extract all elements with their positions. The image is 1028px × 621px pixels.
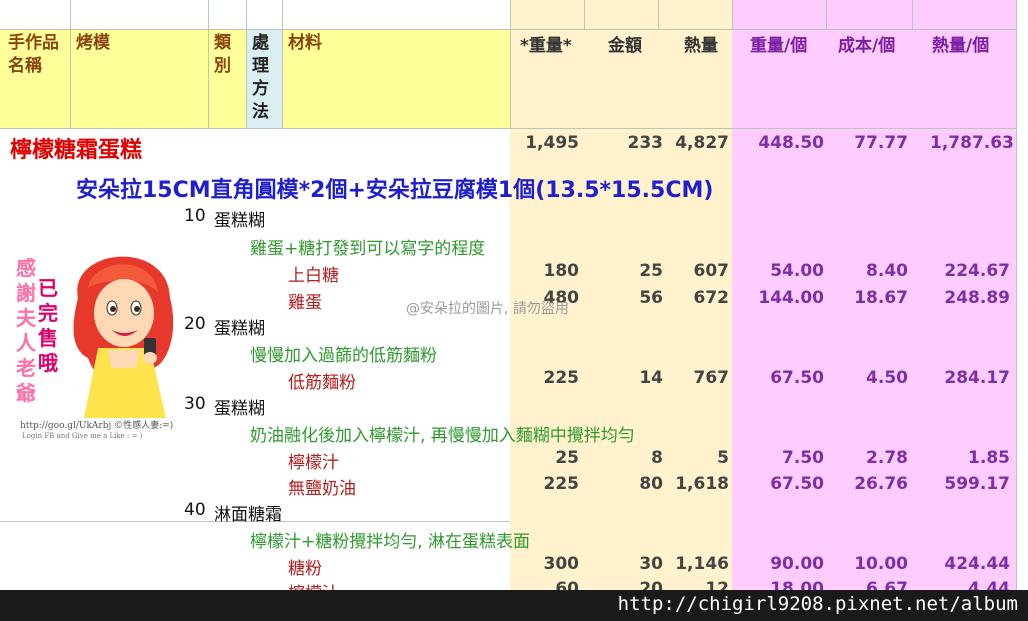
ingredient-weight: 300: [543, 554, 580, 574]
instruction-text: 雞蛋+糖打發到可以寫字的程度: [250, 239, 486, 259]
ingredient-cost-each: 10.00: [854, 554, 908, 574]
grid-line: [732, 0, 733, 29]
album-url: http://chigirl9208.pixnet.net/album: [617, 593, 1018, 615]
ingredient-name: 無鹽奶油: [288, 479, 356, 499]
ingredient-name: 糖粉: [288, 559, 322, 579]
grid-line: [912, 0, 913, 29]
header-calorie-each: 熱量/個: [932, 36, 990, 56]
ingredient-cost-each: 26.76: [854, 474, 908, 494]
ingredient-calorie: 1,618: [675, 474, 729, 494]
total-weight-each: 448.50: [758, 133, 824, 153]
ingredient-weight-each: 7.50: [782, 448, 824, 468]
cartoon-lady-sticker: [73, 256, 174, 418]
ingredient-name: 雞蛋: [288, 293, 322, 313]
ingredient-weight-each: 90.00: [770, 554, 824, 574]
instruction-text: 檸檬汁+糖粉攪拌均勻, 淋在蛋糕表面: [250, 532, 531, 552]
total-cost-each: 77.77: [854, 133, 908, 153]
ingredient-calorie: 5: [717, 448, 729, 468]
ingredient-calorie-each: 599.17: [944, 474, 1010, 494]
total-calorie: 4,827: [675, 133, 729, 153]
watermark-text: @安朵拉的圖片, 請勿盜用: [406, 301, 569, 317]
ingredient-name: 檸檬汁: [288, 453, 339, 473]
grid-line: [1016, 0, 1017, 590]
ingredient-weight-each: 144.00: [758, 288, 824, 308]
ingredient-calorie-each: 284.17: [944, 368, 1010, 388]
ingredient-calorie-each: 1.85: [968, 448, 1010, 468]
header-method: 處理方法: [252, 33, 269, 122]
ingredient-calorie: 1,146: [675, 554, 729, 574]
ingredient-weight-each: 67.50: [770, 368, 824, 388]
header-weight: *重量*: [520, 36, 572, 56]
header-bottom-border: [0, 128, 1016, 129]
ingredient-weight: 225: [543, 474, 580, 494]
header-weight-each: 重量/個: [750, 36, 808, 56]
recipe-title: 檸檬糖霜蛋糕: [10, 138, 143, 163]
ingredient-calorie-each: 424.44: [944, 554, 1010, 574]
ingredient-calorie: 672: [693, 288, 730, 308]
header-material: 材料: [288, 33, 322, 53]
step-name: 蛋糕糊: [214, 399, 265, 419]
sticker-caption-line1: http://goo.gl/UkArbj ©性感人妻:=): [20, 421, 174, 431]
grid-line: [208, 0, 209, 128]
sold-out-vertical-text: 已完售哦: [38, 276, 58, 375]
ingredient-cost-each: 4.50: [866, 368, 908, 388]
ingredient-calorie-each: 224.67: [944, 261, 1010, 281]
header-type: 類別: [214, 33, 231, 76]
ingredient-calorie: 767: [693, 368, 730, 388]
ingredient-weight: 225: [543, 368, 580, 388]
ingredient-cost-each: 8.40: [866, 261, 908, 281]
step-name: 蛋糕糊: [214, 319, 265, 339]
header-cost-each: 成本/個: [838, 36, 896, 56]
grid-line: [658, 0, 659, 29]
total-weight: 1,495: [525, 133, 579, 153]
ingredient-weight-each: 54.00: [770, 261, 824, 281]
grid-line: [282, 0, 283, 128]
ingredient-weight-each: 67.50: [770, 474, 824, 494]
instruction-text: 慢慢加入過篩的低筋麵粉: [250, 346, 437, 366]
top-row-border: [0, 0, 1016, 30]
ingredient-weight: 25: [555, 448, 579, 468]
sticker-caption-line2: Login FB and Give me a Like : = ): [22, 432, 143, 440]
header-mold: 烤模: [76, 33, 110, 53]
step-name: 淋面糖霜: [214, 505, 282, 525]
ingredient-cost-each: 2.78: [866, 448, 908, 468]
step-no: 10: [184, 206, 206, 226]
grid-line: [584, 0, 585, 29]
grid-line: [510, 0, 511, 128]
ingredient-name: 上白糖: [288, 266, 339, 286]
step-name: 蛋糕糊: [214, 211, 265, 231]
ingredient-weight: 180: [543, 261, 580, 281]
grid-line: [70, 0, 71, 128]
ingredient-cost-each: 18.67: [854, 288, 908, 308]
ingredient-calorie-each: 248.89: [944, 288, 1010, 308]
ingredient-calorie: 607: [693, 261, 730, 281]
ingredient-name: 低筋麵粉: [288, 373, 356, 393]
grid-line: [826, 0, 827, 29]
header-amount: 金額: [608, 36, 642, 56]
step-no: 40: [184, 500, 206, 520]
instruction-text: 奶油融化後加入檸檬汁, 再慢慢加入麵糊中攪拌均勻: [250, 426, 635, 446]
total-calorie-each: 1,787.63: [930, 133, 1014, 153]
header-product-name: 手作品名稱: [8, 33, 59, 76]
grid-line: [246, 0, 247, 128]
header-calorie: 熱量: [684, 36, 718, 56]
thank-you-vertical-text: 感謝夫人老爺: [16, 256, 36, 405]
mold-note: 安朵拉15CM直角圓模*2個+安朵拉豆腐模1個(13.5*15.5CM): [76, 178, 714, 203]
